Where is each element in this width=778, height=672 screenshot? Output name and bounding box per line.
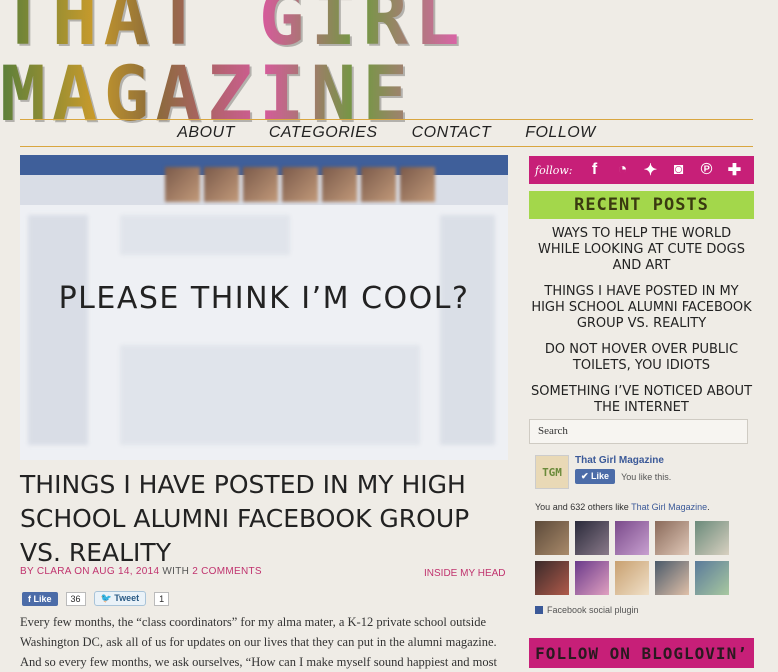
- recent-posts-heading: RECENT POSTS: [529, 191, 754, 219]
- fb-you-like: You like this.: [621, 471, 672, 482]
- blurred-post: [120, 215, 290, 255]
- fb-page-link[interactable]: That Girl Magazine: [631, 502, 707, 512]
- avatar[interactable]: [575, 561, 609, 595]
- blurred-chat-list: [440, 215, 495, 445]
- facebook-icon[interactable]: f: [584, 161, 604, 179]
- avatar[interactable]: [615, 521, 649, 555]
- bloglovin-heading[interactable]: FOLLOW ON BLOGLOVIN’: [529, 638, 754, 668]
- fb-like-button[interactable]: ✔ Like: [575, 469, 616, 484]
- main-nav: ABOUT CATEGORIES CONTACT FOLLOW: [20, 121, 753, 145]
- fb-social-plugin: Facebook social plugin: [535, 605, 753, 615]
- tweet-count: 1: [154, 591, 170, 606]
- plus-icon[interactable]: ✚: [724, 160, 744, 180]
- blurred-sidebar: [28, 215, 88, 445]
- post-body: Every few months, the “class coordinator…: [20, 615, 497, 669]
- fb-faces-grid: [535, 521, 753, 595]
- avatar[interactable]: [695, 521, 729, 555]
- avatar[interactable]: [695, 561, 729, 595]
- tweet-button[interactable]: 🐦 Tweet: [93, 591, 147, 606]
- nav-follow[interactable]: FOLLOW: [525, 124, 596, 142]
- facebook-icon: [535, 606, 543, 614]
- rss-icon[interactable]: ◔: [612, 161, 632, 179]
- fb-like-row: ✔ Like You like this.: [575, 469, 671, 484]
- featured-image[interactable]: PLEASE THINK I’M COOL?: [20, 155, 508, 460]
- avatar[interactable]: [535, 561, 569, 595]
- fb-page-name[interactable]: That Girl Magazine: [575, 455, 671, 466]
- blurred-photo-strip: [165, 167, 435, 202]
- like-count: 36: [65, 591, 86, 606]
- avatar[interactable]: [535, 521, 569, 555]
- divider: [20, 146, 753, 147]
- divider: [20, 119, 753, 120]
- blurred-post: [120, 345, 420, 445]
- recent-post-link[interactable]: WAYS TO HELP THE WORLD WHILE LOOKING AT …: [529, 226, 754, 274]
- recent-post-link[interactable]: DO NOT HOVER OVER PUBLIC TOILETS, YOU ID…: [529, 342, 754, 374]
- fb-page-info: That Girl Magazine ✔ Like You like this.: [575, 455, 671, 489]
- fb-page-header: TGM That Girl Magazine ✔ Like You like t…: [535, 455, 753, 489]
- follow-bar: follow: f ◔ ✦ ◙ ℗ ✚: [529, 156, 754, 184]
- follow-label: follow:: [535, 163, 573, 177]
- nav-contact[interactable]: CONTACT: [412, 124, 492, 142]
- instagram-icon[interactable]: ◙: [668, 161, 688, 179]
- byline-author-date[interactable]: BY CLARA ON AUG 14, 2014: [20, 566, 159, 577]
- nav-about[interactable]: ABOUT: [177, 124, 235, 142]
- facebook-like-button[interactable]: f Like: [22, 591, 58, 606]
- avatar[interactable]: [615, 561, 649, 595]
- masthead: THAT GIRL MAGAZINE: [0, 0, 778, 132]
- pinterest-icon[interactable]: ℗: [696, 161, 716, 179]
- recent-post-link[interactable]: THINGS I HAVE POSTED IN MY HIGH SCHOOL A…: [529, 284, 754, 332]
- post-byline: BY CLARA ON AUG 14, 2014 WITH 2 COMMENTS: [20, 566, 262, 577]
- fb-page-logo[interactable]: TGM: [535, 455, 569, 489]
- byline-with: WITH: [159, 566, 193, 577]
- post-title[interactable]: THINGS I HAVE POSTED IN MY HIGH SCHOOL A…: [20, 468, 510, 570]
- facebook-like-box: TGM That Girl Magazine ✔ Like You like t…: [535, 455, 753, 615]
- fb-plugin-label[interactable]: Facebook social plugin: [547, 605, 639, 615]
- comments-link[interactable]: 2 COMMENTS: [192, 566, 262, 577]
- twitter-icon[interactable]: ✦: [640, 160, 660, 180]
- fb-others-like: You and 632 others like That Girl Magazi…: [535, 502, 710, 512]
- recent-post-link[interactable]: SOMETHING I’VE NOTICED ABOUT THE INTERNE…: [529, 384, 754, 416]
- hero-caption: PLEASE THINK I’M COOL?: [58, 281, 470, 316]
- search-input[interactable]: Search: [529, 419, 748, 444]
- avatar[interactable]: [655, 561, 689, 595]
- avatar[interactable]: [655, 521, 689, 555]
- avatar[interactable]: [575, 521, 609, 555]
- nav-categories[interactable]: CATEGORIES: [269, 124, 378, 142]
- post-category[interactable]: INSIDE MY HEAD: [424, 568, 506, 579]
- site-title[interactable]: THAT GIRL MAGAZINE: [0, 0, 778, 132]
- recent-posts-list: WAYS TO HELP THE WORLD WHILE LOOKING AT …: [529, 226, 754, 426]
- share-buttons: f Like 36 🐦 Tweet 1: [22, 591, 170, 606]
